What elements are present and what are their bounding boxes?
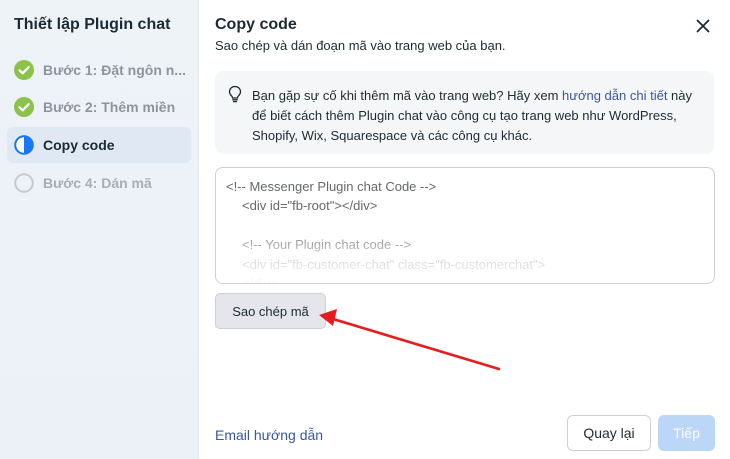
info-box: Bạn gặp sự cố khi thêm mã vào trang web?…	[215, 71, 714, 154]
page-title: Copy code	[215, 16, 297, 33]
email-instructions-link[interactable]: Email hướng dẫn	[215, 427, 323, 443]
code-line: </div>	[242, 276, 278, 284]
detailed-guide-link[interactable]: hướng dẫn chi tiết	[562, 88, 667, 103]
step-4-label: Bước 4: Dán mã	[43, 175, 152, 191]
empty-circle-icon	[14, 173, 34, 193]
step-2[interactable]: Bước 2: Thêm miền	[7, 89, 191, 125]
sidebar-title: Thiết lập Plugin chat	[14, 16, 171, 33]
info-text-before: Bạn gặp sự cố khi thêm mã vào trang web?…	[252, 88, 563, 103]
main-panel: Copy code Sao chép và dán đoạn mã vào tr…	[199, 0, 730, 459]
half-circle-icon	[14, 135, 34, 155]
code-line: <div id="fb-root"></div>	[242, 198, 378, 213]
step-1-label: Bước 1: Đặt ngôn n...	[43, 62, 186, 78]
sidebar: Thiết lập Plugin chat Bước 1: Đặt ngôn n…	[0, 0, 199, 459]
lightbulb-icon	[227, 85, 243, 103]
code-box[interactable]: <!-- Messenger Plugin chat Code --> <div…	[215, 167, 715, 284]
back-button[interactable]: Quay lại	[567, 415, 651, 451]
next-button: Tiếp	[658, 415, 715, 451]
code-line: <!-- Messenger Plugin chat Code -->	[226, 179, 437, 194]
step-2-label: Bước 2: Thêm miền	[43, 99, 176, 115]
code-fade-overlay	[216, 224, 714, 283]
check-circle-icon	[14, 60, 34, 80]
page-subtitle: Sao chép và dán đoạn mã vào trang web củ…	[215, 38, 506, 53]
step-3-label: Copy code	[43, 137, 115, 153]
check-circle-icon	[14, 97, 34, 117]
step-3[interactable]: Copy code	[7, 127, 191, 163]
step-1[interactable]: Bước 1: Đặt ngôn n...	[7, 52, 191, 88]
code-line: <!-- Your Plugin chat code -->	[242, 237, 412, 252]
close-icon[interactable]	[693, 16, 713, 36]
code-line: <div id="fb-customer-chat" class="fb-cus…	[242, 257, 546, 272]
copy-code-button[interactable]: Sao chép mã	[215, 293, 326, 329]
info-text: Bạn gặp sự cố khi thêm mã vào trang web?…	[252, 86, 702, 146]
step-4[interactable]: Bước 4: Dán mã	[7, 165, 191, 201]
